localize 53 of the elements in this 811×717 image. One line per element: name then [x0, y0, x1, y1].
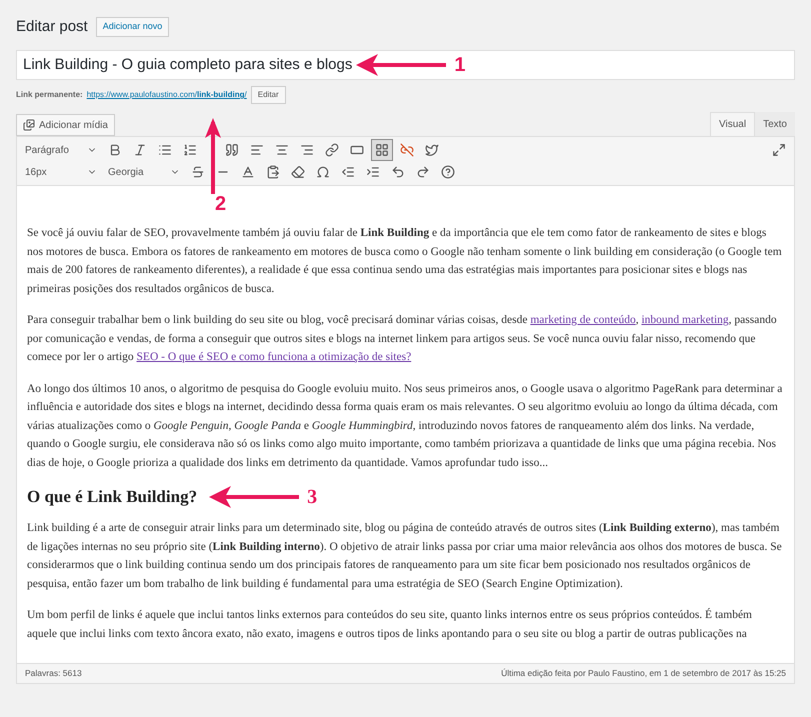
editor-tab[interactable]: Visual: [710, 112, 756, 136]
quote-icon: [225, 143, 239, 157]
help-icon: [441, 165, 455, 179]
align-left-icon: [250, 143, 264, 157]
read-more-icon: [350, 143, 364, 157]
add-media-button[interactable]: Adicionar mídia: [16, 114, 115, 136]
title-field[interactable]: Link Building - O guia completo para sites e blogs 1: [16, 50, 795, 80]
link-icon: [325, 143, 339, 157]
page-title: Editar post: [16, 16, 88, 37]
eraser-icon: [291, 165, 305, 179]
dropdown[interactable]: Georgia: [104, 161, 184, 183]
indent-icon: [366, 165, 380, 179]
unlink-icon: [400, 143, 414, 157]
permalink-link[interactable]: https://www.paulofaustino.com/link-building/: [86, 89, 247, 101]
numbered-list-icon: [183, 143, 197, 157]
undo-icon: [391, 165, 405, 179]
annotation-number: 1: [454, 55, 466, 75]
inline-link[interactable]: inbound marketing: [641, 314, 729, 326]
outdent-icon: [341, 165, 355, 179]
align-right-icon: [300, 143, 314, 157]
dropdown[interactable]: 16px: [21, 161, 101, 183]
inline-link[interactable]: marketing de conteúdo: [530, 314, 636, 326]
annotation-number: 2: [215, 194, 226, 214]
omega-icon: [316, 165, 330, 179]
media-icon: [23, 119, 35, 131]
edit-permalink-button[interactable]: Editar: [250, 86, 286, 104]
align-center-icon: [275, 143, 289, 157]
editor-tab[interactable]: Texto: [755, 112, 795, 136]
redo-icon: [416, 165, 430, 179]
paragraph: Link building é a arte de conseguir atrair links para um determinado site, blog ou página de conteúdo através de outros sites (Link Building externo), mas também de ligações internas no seu próprio site (Link Building interno). O objetivo de atrair links passa por criar uma maior relevância aos olhos dos motores de busca. Se considerarmos que o link building continua sendo um dos principais fatores de ranqueamento para um site ficar bem posicionado nos resultados orgânicos de pesquisa, então fazer um bom trabalho de link building é fundamental para uma estratégia de SEO (Search Engine Optimization).: [27, 521, 783, 592]
word-count: Palavras: 5613: [25, 667, 82, 680]
section-heading: O que é Link Building?: [27, 488, 198, 506]
fullscreen-icon: [772, 143, 786, 157]
bullet-list-icon: [158, 143, 172, 157]
paragraph: Para conseguir trabalhar bem o link building do seu site ou blog, você precisará dominar várias coisas, desde marketing de conteúdo, inbound marketing, passando por comunicação e vendas, de forma a conseguir que outros sites e blogs na internet linkem para artigos seus. Se você nunca ouviu falar nisso, recomendo que comece por ler o artigo SEO - O que é SEO e como funciona a otimização de sites?: [27, 313, 778, 365]
text-color-icon: [241, 165, 255, 179]
annotation-number: 3: [307, 487, 318, 507]
inline-link[interactable]: SEO - O que é SEO e como funciona a otimização de sites?: [136, 351, 412, 363]
italic-icon: [133, 143, 147, 157]
bird-icon: [425, 143, 439, 157]
toolbar-toggle-button[interactable]: [371, 139, 393, 161]
last-edit-info: Última edição feita por Paulo Faustino, em 1 de setembro de 2017 às 15:25: [501, 667, 786, 680]
add-new-button[interactable]: Adicionar novo: [96, 17, 170, 37]
editor-content-area[interactable]: [16, 186, 795, 664]
grid-icon: [375, 143, 389, 157]
permalink-label: Link permanente:: [16, 89, 83, 101]
paragraph: Ao longo dos últimos 10 anos, o algoritmo de pesquisa do Google evoluiu muito. Nos seus primeiros anos, o Google usava o algoritmo PageRank para determinar a influência e autoridade dos sites e blogs na internet, decidindo dessa forma quais eram os mais relevantes. O seu algoritmo evoluiu ao longo da última década, com várias atualizações como o Google Penguin, Google Panda e Google Hummingbird, introduzindo novos fatores de ranqueamento além dos links. Na verdade, quando o Google surgiu, ele considerava não só os links como algo muito importante, como também priorizava a quantidade de links que uma página recebia. Nos dias de hoje, o Google prioriza a qualidade dos links em detrimento da quantidade. Vamos aprofundar tudo isso...: [27, 382, 784, 470]
paragraph: Se você já ouviu falar de SEO, provavelmente também já ouviu falar de Link Building e da importância que ele tem como fator de rankeamento de sites e blogs nos motores de busca. Embora os fatores de rankeamento em motores de busca como o Google não tenham somente o link building em consideração (o Google tem mais de 200 fatores de rankeamento diferentes), a realidade é que essa continua sendo uma das estratégias mais importantes para posicionar sites e blogs nas primeiras posições dos resultados orgânicos de busca.: [27, 226, 783, 296]
clipboard-icon: [266, 165, 280, 179]
dropdown[interactable]: Parágrafo: [21, 139, 101, 161]
bold-icon: [108, 143, 122, 157]
strikethrough-icon: [191, 165, 205, 179]
paragraph: Um bom perfil de links é aquele que inclui tantos links externos para conteúdos do seu site, quanto links internos entre os seus próprios conteúdos. É também aquele que inclui links com texto âncora exato, não exato, imagens e outros tipos de links apontando para o seu site ou blog a partir de outras publicações na: [27, 607, 753, 642]
